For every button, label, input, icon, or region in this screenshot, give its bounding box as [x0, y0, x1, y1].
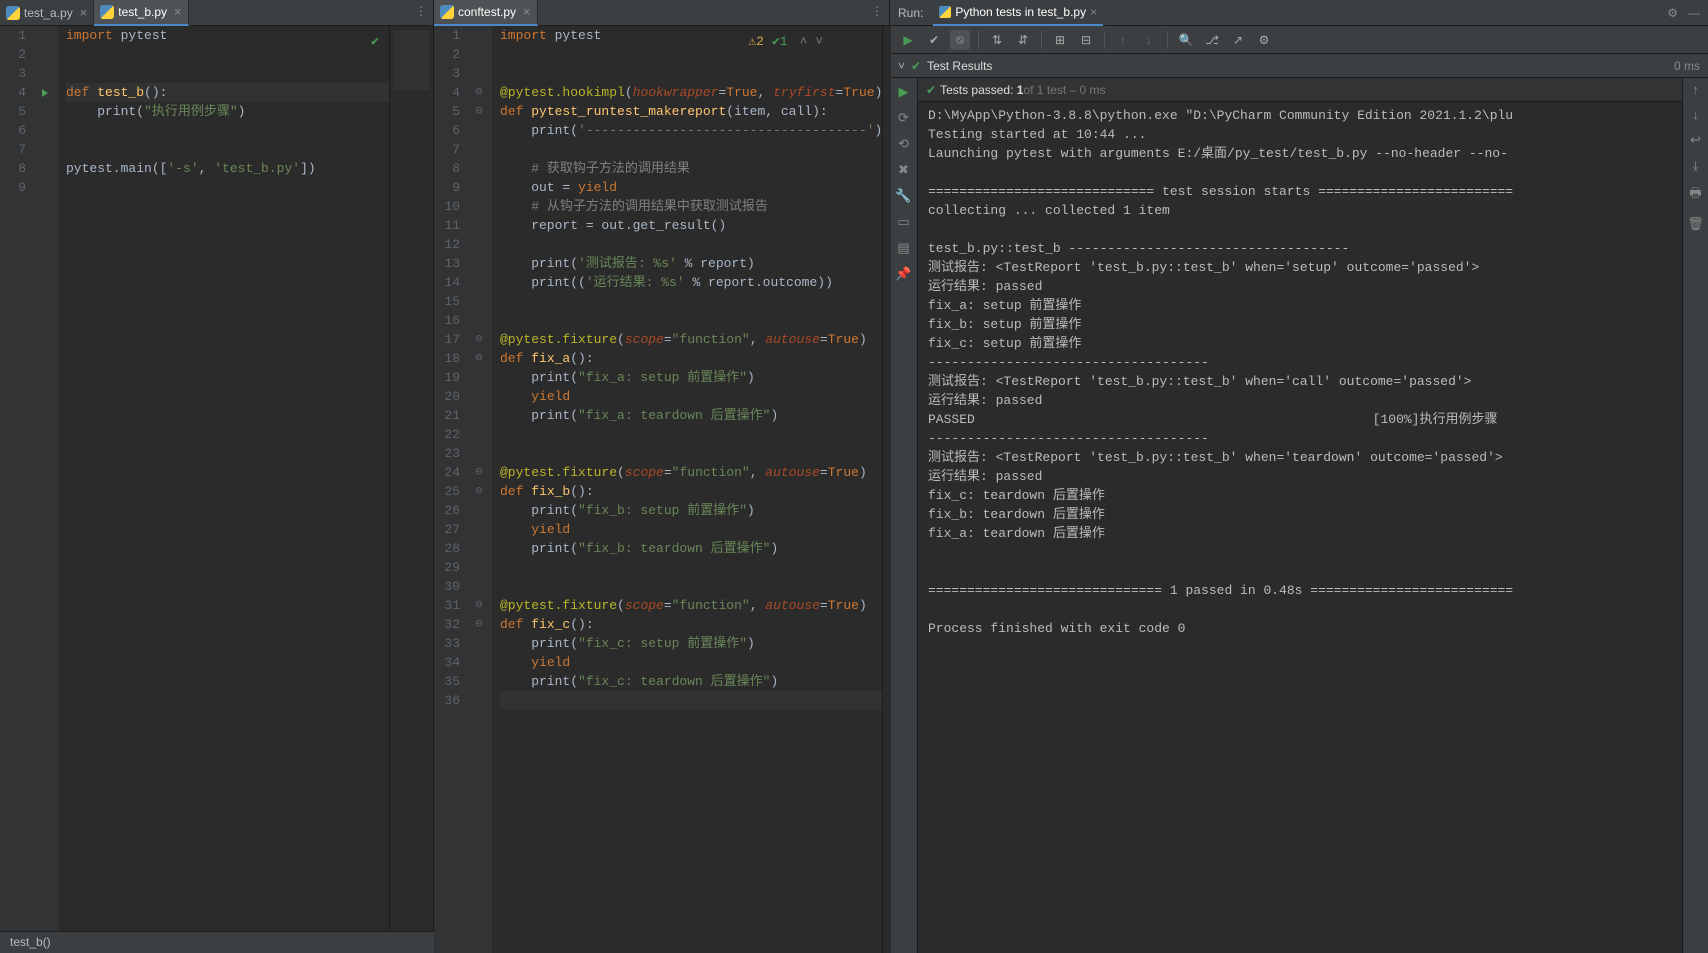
python-file-icon	[100, 5, 114, 19]
warning-icon: ⚠2	[748, 32, 764, 51]
tab-conftest[interactable]: conftest.py ×	[434, 0, 538, 26]
scroll-up-icon[interactable]: ↑	[1692, 82, 1699, 97]
export-tests-button[interactable]: ↗	[1228, 30, 1248, 50]
console-wrap: ✔ Tests passed: 1 of 1 test – 0 ms D:\My…	[918, 78, 1682, 953]
inspection-badge[interactable]: ⚠2 ✔1 ˄ ˅	[748, 32, 823, 51]
tab-label: conftest.py	[458, 5, 516, 19]
tab-test-b[interactable]: test_b.py ×	[94, 0, 188, 26]
ok-icon: ✔1	[772, 32, 788, 51]
run-body: ▶ ⟳ ⟲ ✖ 🔧 ▭ ▤ 📌 ✔ Tests passed: 1 of 1 t…	[890, 78, 1708, 953]
import-tests-button[interactable]: ⎇	[1202, 30, 1222, 50]
test-results-header[interactable]: ˅ ✔ Test Results 0 ms	[890, 54, 1708, 78]
tests-passed-bar: ✔ Tests passed: 1 of 1 test – 0 ms	[918, 78, 1682, 102]
editor-pane-left: test_a.py × test_b.py × ⋮ 123456789 impo…	[0, 0, 434, 953]
tab-label: test_b.py	[118, 5, 167, 19]
run-config-tab[interactable]: Python tests in test_b.py ×	[933, 0, 1103, 26]
console-right-toolbar: ↑ ↓ ↩ ⤓ 🖶 🗑	[1682, 78, 1708, 953]
tabs-middle: conftest.py × ⋮	[434, 0, 889, 26]
python-file-icon	[6, 6, 20, 20]
sort-duration-button[interactable]: ⇵	[1013, 30, 1033, 50]
run-toolbar: ▶ ✔ ⦸ ⇅ ⇵ ⊞ ⊟ ↑ ↓ 🔍 ⎇ ↗ ⚙	[890, 26, 1708, 54]
tab-overflow-icon[interactable]: ⋮	[415, 4, 427, 18]
editor-minimap[interactable]	[389, 26, 433, 953]
soft-wrap-icon[interactable]: ↩	[1690, 132, 1701, 148]
tab-test-a[interactable]: test_a.py ×	[0, 0, 94, 26]
toggle-auto-test-icon[interactable]: ⟲	[898, 136, 909, 152]
inspection-ok-icon[interactable]: ✔	[371, 32, 379, 51]
expand-all-button[interactable]: ⊞	[1050, 30, 1070, 50]
prev-failed-button[interactable]: ↑	[1113, 30, 1133, 50]
close-icon[interactable]: ×	[1090, 5, 1097, 19]
wrench-icon[interactable]: 🔧	[895, 188, 911, 204]
editor-minimap[interactable]	[882, 26, 891, 953]
run-tool-window: Run: Python tests in test_b.py × ⚙ — ▶ ✔…	[890, 0, 1708, 953]
run-header: Run: Python tests in test_b.py × ⚙ —	[890, 0, 1708, 26]
rerun-icon[interactable]: ▶	[899, 84, 909, 100]
test-results-label: Test Results	[927, 59, 1674, 73]
stop-icon[interactable]: ✖	[898, 162, 909, 178]
scroll-down-icon[interactable]: ↓	[1692, 107, 1699, 122]
gear-icon[interactable]: ⚙	[1667, 6, 1678, 20]
run-label: Run:	[898, 6, 923, 20]
sort-alpha-button[interactable]: ⇅	[987, 30, 1007, 50]
tabs-left: test_a.py × test_b.py × ⋮	[0, 0, 433, 26]
clear-all-icon[interactable]: 🗑	[1687, 216, 1704, 232]
breadcrumb[interactable]: test_b()	[0, 931, 434, 953]
collapse-all-button[interactable]: ⊟	[1076, 30, 1096, 50]
python-file-icon	[440, 5, 454, 19]
tab-overflow-icon[interactable]: ⋮	[871, 4, 883, 18]
chevron-down-icon: ˅	[898, 59, 905, 73]
pin-icon[interactable]: 📌	[895, 266, 911, 282]
rerun-button[interactable]: ▶	[898, 30, 918, 50]
show-ignored-button[interactable]: ⦸	[950, 30, 970, 50]
dump-threads-icon[interactable]: ▭	[897, 214, 909, 230]
close-icon[interactable]: ×	[174, 4, 182, 19]
run-config-label: Python tests in test_b.py	[955, 5, 1086, 19]
next-failed-button[interactable]: ↓	[1139, 30, 1159, 50]
next-prev-icon[interactable]: ˄ ˅	[800, 32, 823, 51]
test-history-button[interactable]: 🔍	[1176, 30, 1196, 50]
code-editor-left[interactable]: 123456789 import pytest def test_b(): pr…	[0, 26, 433, 953]
editor-pane-middle: conftest.py × ⋮ 1234⊖5⊖67891011121314151…	[434, 0, 890, 953]
check-icon: ✔	[926, 83, 936, 97]
console-output[interactable]: D:\MyApp\Python-3.8.8\python.exe "D:\PyC…	[918, 102, 1682, 953]
close-icon[interactable]: ×	[523, 4, 531, 19]
test-results-time: 0 ms	[1674, 59, 1700, 73]
minimize-icon[interactable]: —	[1688, 6, 1700, 20]
scroll-to-end-icon[interactable]: ⤓	[1693, 158, 1699, 174]
rerun-failed-icon[interactable]: ⟳	[898, 110, 909, 126]
show-passed-button[interactable]: ✔	[924, 30, 944, 50]
code-editor-middle[interactable]: 1234⊖5⊖67891011121314151617⊖18⊖192021222…	[434, 26, 889, 953]
tab-label: test_a.py	[24, 6, 73, 20]
settings-button[interactable]: ⚙	[1254, 30, 1274, 50]
print-icon[interactable]: 🖶	[1689, 184, 1701, 206]
layout-icon[interactable]: ▤	[897, 240, 909, 256]
close-icon[interactable]: ×	[80, 5, 88, 20]
run-sidebar: ▶ ⟳ ⟲ ✖ 🔧 ▭ ▤ 📌	[890, 78, 918, 953]
pytest-icon	[939, 6, 951, 18]
check-icon: ✔	[911, 59, 921, 73]
